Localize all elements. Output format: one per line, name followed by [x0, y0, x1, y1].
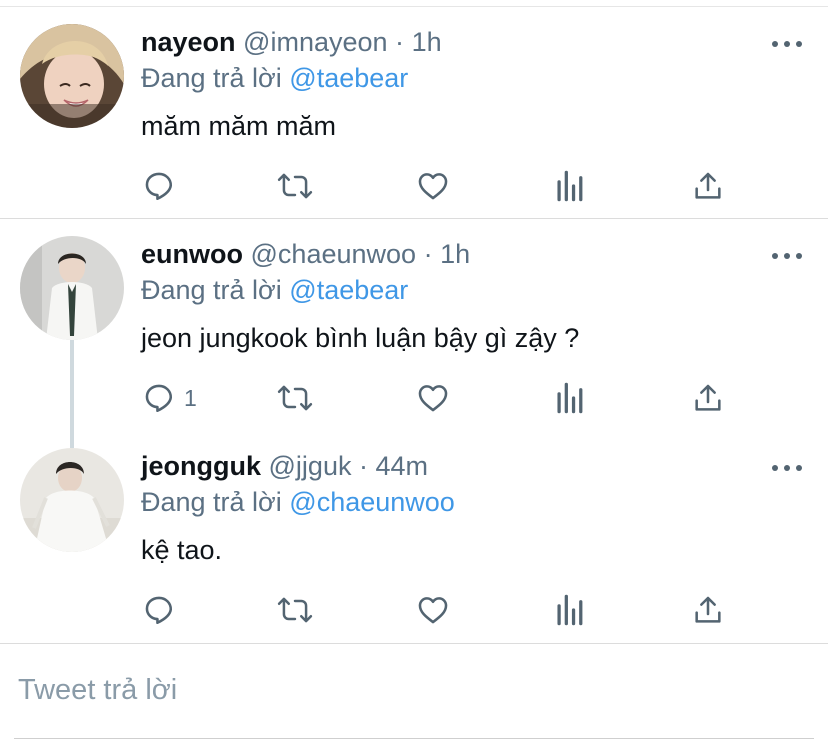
share-button[interactable] [692, 590, 724, 630]
share-button[interactable] [692, 378, 724, 418]
retweet-icon [277, 597, 313, 623]
share-button[interactable] [692, 166, 724, 206]
divider [0, 218, 828, 219]
reply-icon [145, 172, 173, 201]
tweet-text: măm măm măm [141, 111, 336, 141]
mention-link[interactable]: @chaeunwoo [289, 487, 455, 517]
mention-link[interactable]: @taebear [289, 275, 408, 305]
action-bar [0, 590, 828, 630]
timestamp[interactable]: 1h [412, 27, 442, 57]
separator-dot: · [395, 27, 405, 57]
like-button[interactable] [416, 590, 450, 630]
more-icon[interactable] [772, 36, 802, 50]
user-handle[interactable]: @imnayeon [243, 27, 387, 57]
retweet-icon [277, 173, 313, 199]
top-divider [0, 6, 828, 7]
like-icon [418, 385, 448, 412]
like-icon [418, 597, 448, 624]
analytics-button[interactable] [555, 590, 585, 630]
analytics-button[interactable] [555, 166, 585, 206]
reply-count: 1 [184, 384, 197, 411]
replying-to-line: Đang trả lời @taebear [141, 62, 408, 94]
display-name[interactable]: nayeon [141, 27, 236, 57]
retweet-button[interactable] [277, 590, 313, 630]
timestamp[interactable]: 1h [440, 239, 470, 269]
display-name[interactable]: eunwoo [141, 239, 243, 269]
divider [0, 643, 828, 644]
share-icon [695, 172, 721, 199]
replying-prefix: Đang trả lời [141, 487, 282, 517]
action-bar: 1 [0, 378, 828, 418]
compose-underline [14, 738, 814, 739]
display-name[interactable]: jeongguk [141, 451, 261, 481]
user-handle[interactable]: @jjguk [269, 451, 352, 481]
reply-icon [145, 596, 173, 625]
tweet-header: nayeon @imnayeon · 1h [141, 26, 442, 58]
analytics-icon [557, 382, 583, 414]
analytics-icon [557, 594, 583, 626]
reply-icon [145, 384, 173, 413]
replying-prefix: Đang trả lời [141, 63, 282, 93]
share-icon [695, 596, 721, 623]
like-icon [418, 173, 448, 200]
retweet-button[interactable] [277, 166, 313, 206]
share-icon [695, 384, 721, 411]
tweet-header: jeongguk @jjguk · 44m [141, 450, 428, 482]
analytics-icon [557, 170, 583, 202]
more-icon[interactable] [772, 460, 802, 474]
separator-dot: · [358, 451, 368, 481]
user-handle[interactable]: @chaeunwoo [251, 239, 417, 269]
avatar[interactable] [20, 236, 124, 340]
avatar[interactable] [20, 24, 124, 128]
tweet-header: eunwoo @chaeunwoo · 1h [141, 238, 470, 270]
retweet-icon [277, 385, 313, 411]
replying-to-line: Đang trả lời @taebear [141, 274, 408, 306]
tweet-text: jeon jungkook bình luận bậy gì zậy ? [141, 323, 580, 353]
like-button[interactable] [416, 166, 450, 206]
action-bar [0, 166, 828, 206]
reply-button[interactable]: 1 [142, 378, 197, 418]
tweet-text: kệ tao. [141, 535, 223, 565]
mention-link[interactable]: @taebear [289, 63, 408, 93]
timestamp[interactable]: 44m [376, 451, 429, 481]
replying-to-line: Đang trả lời @chaeunwoo [141, 486, 455, 518]
analytics-button[interactable] [555, 378, 585, 418]
more-icon[interactable] [772, 248, 802, 262]
retweet-button[interactable] [277, 378, 313, 418]
reply-button[interactable] [142, 166, 184, 206]
reply-compose-input[interactable]: Tweet trả lời [18, 674, 177, 707]
replying-prefix: Đang trả lời [141, 275, 282, 305]
separator-dot: · [423, 239, 433, 269]
reply-button[interactable] [142, 590, 184, 630]
avatar[interactable] [20, 448, 124, 552]
like-button[interactable] [416, 378, 450, 418]
